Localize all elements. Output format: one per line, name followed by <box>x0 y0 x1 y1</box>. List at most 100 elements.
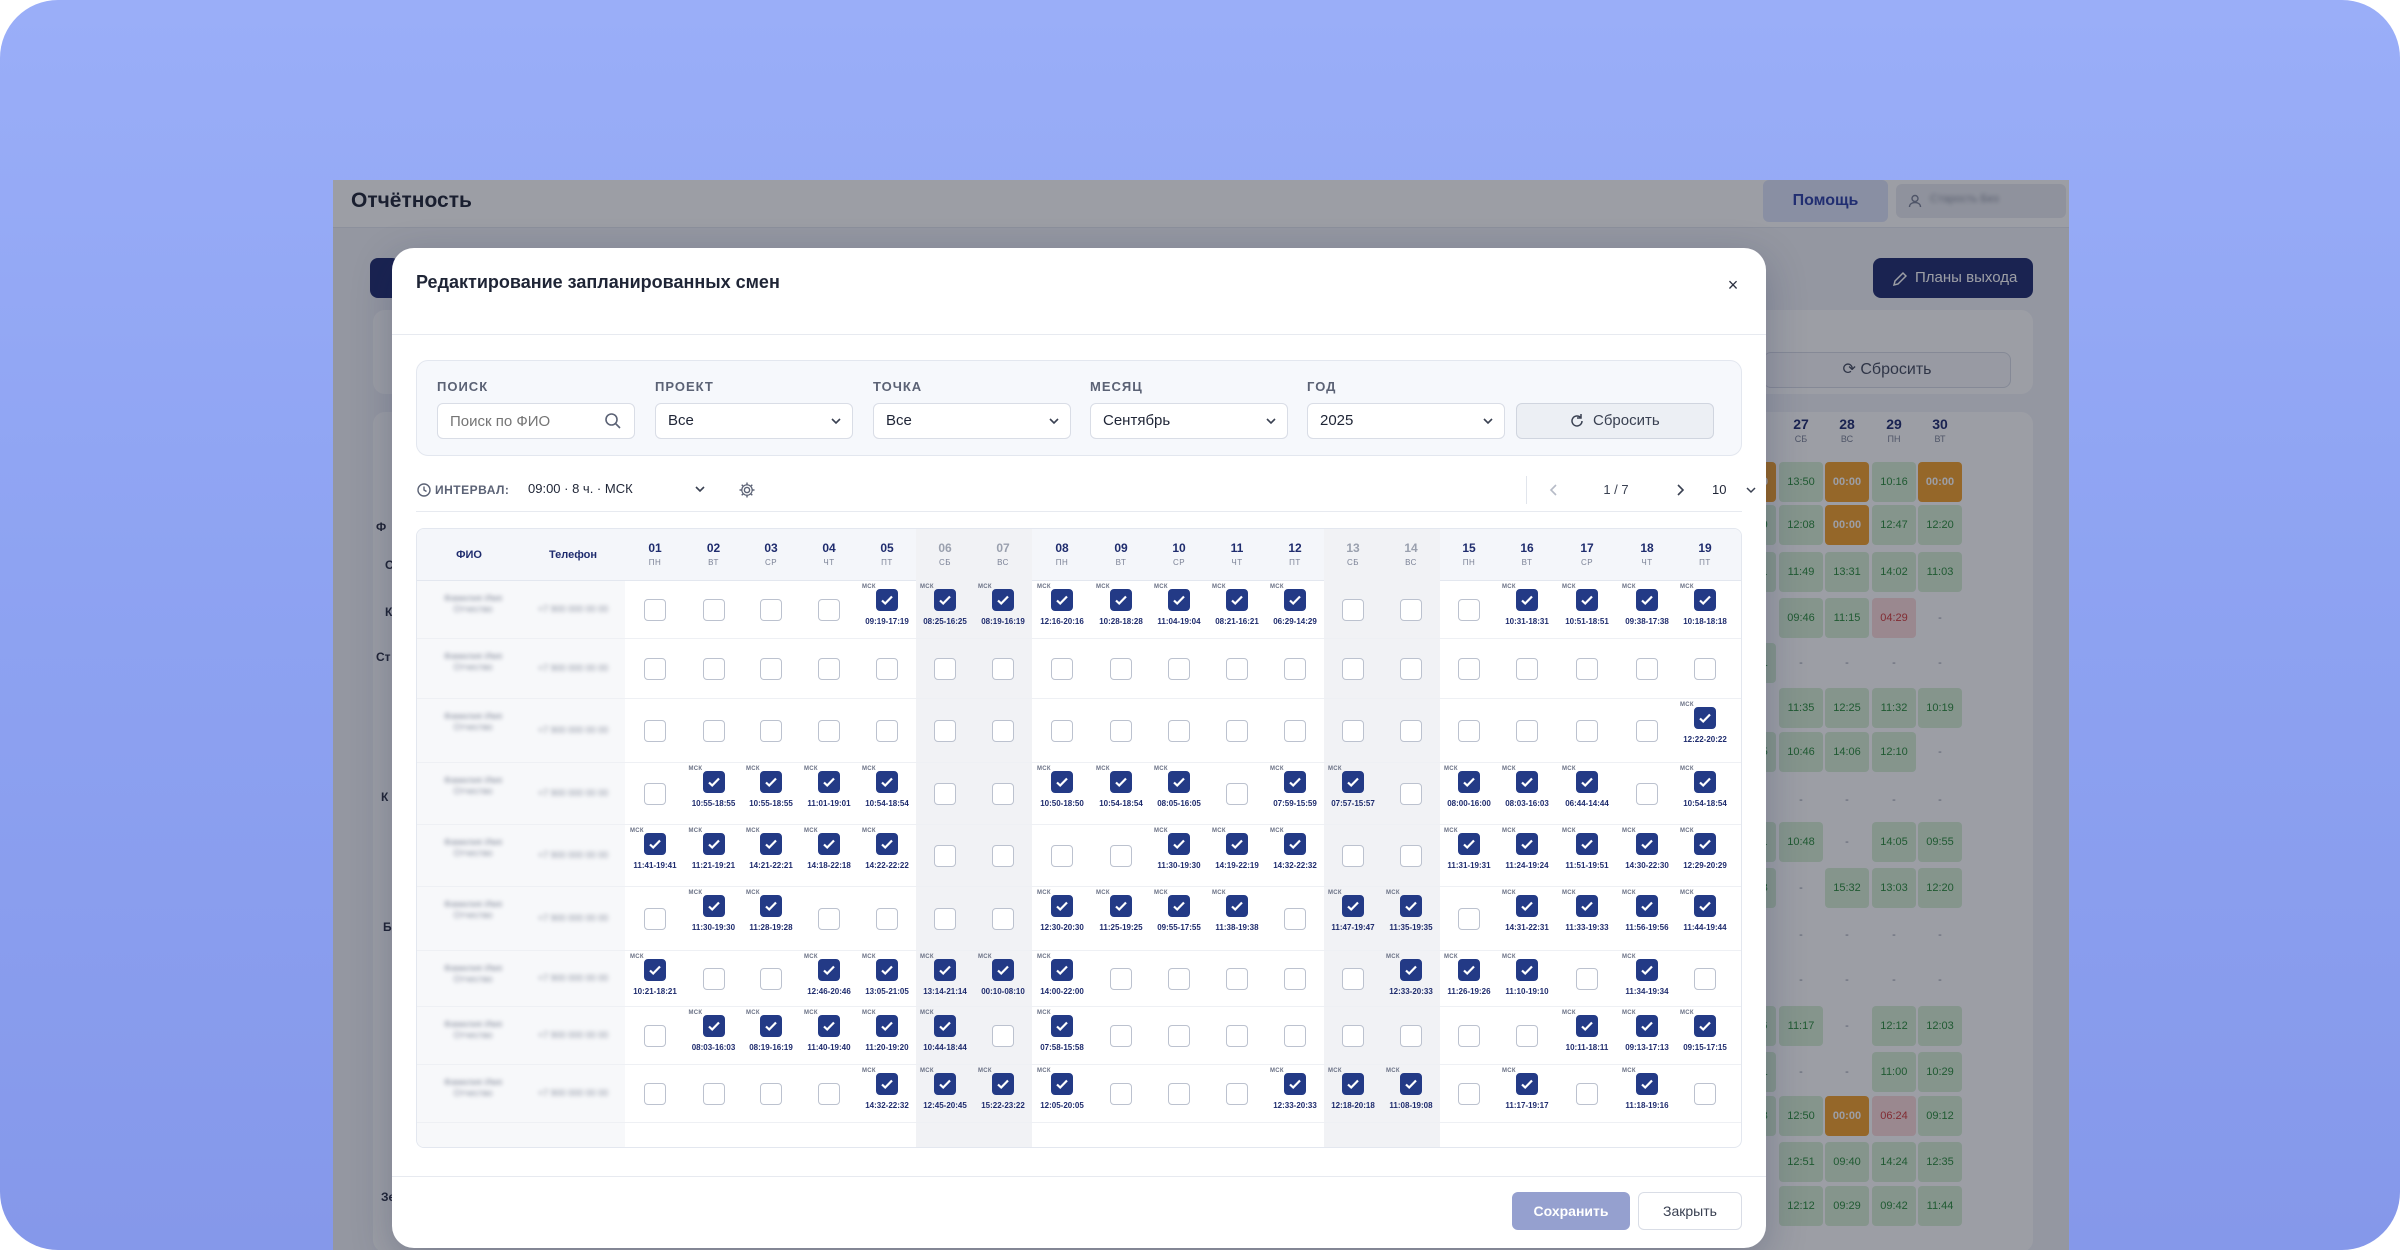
shift-checkbox[interactable] <box>1400 599 1422 621</box>
shift-checkbox[interactable] <box>1400 1025 1422 1047</box>
shift-checkbox[interactable] <box>702 771 725 793</box>
shift-checkbox[interactable] <box>1400 895 1422 917</box>
shift-checkbox[interactable] <box>1051 589 1073 611</box>
shift-checkbox[interactable] <box>1342 771 1364 793</box>
shift-checkbox[interactable] <box>760 1015 782 1037</box>
shift-checkbox[interactable] <box>644 1083 666 1105</box>
shift-checkbox[interactable] <box>702 658 725 680</box>
shift-checkbox[interactable] <box>876 1073 898 1095</box>
shift-checkbox[interactable] <box>760 720 782 742</box>
shift-checkbox[interactable] <box>1458 771 1480 793</box>
shift-checkbox[interactable] <box>1284 658 1306 680</box>
shift-checkbox[interactable] <box>1051 771 1073 793</box>
shift-checkbox[interactable] <box>876 908 898 930</box>
shift-checkbox[interactable] <box>818 1083 840 1105</box>
shift-checkbox[interactable] <box>1694 589 1716 611</box>
shift-checkbox[interactable] <box>1168 1083 1190 1105</box>
shift-checkbox[interactable] <box>1458 658 1480 680</box>
shift-checkbox[interactable] <box>1516 1073 1538 1095</box>
shift-checkbox[interactable] <box>1516 895 1538 917</box>
shift-checkbox[interactable] <box>876 833 898 855</box>
shift-checkbox[interactable] <box>818 771 840 793</box>
shift-checkbox[interactable] <box>1636 1073 1658 1095</box>
shift-checkbox[interactable] <box>1284 968 1306 990</box>
shift-checkbox[interactable] <box>1342 720 1364 742</box>
shift-checkbox[interactable] <box>992 959 1014 981</box>
shift-checkbox[interactable] <box>702 1083 725 1105</box>
shift-checkbox[interactable] <box>644 658 666 680</box>
shift-checkbox[interactable] <box>1400 845 1422 867</box>
chevron-left-icon[interactable] <box>1546 482 1562 498</box>
shift-checkbox[interactable] <box>818 658 840 680</box>
gear-icon[interactable] <box>738 481 756 499</box>
shift-checkbox[interactable] <box>1051 658 1073 680</box>
shift-checkbox[interactable] <box>1400 1073 1422 1095</box>
shift-checkbox[interactable] <box>1636 895 1658 917</box>
shift-checkbox[interactable] <box>1342 895 1364 917</box>
shift-checkbox[interactable] <box>1226 783 1248 805</box>
shift-checkbox[interactable] <box>1168 658 1190 680</box>
shift-checkbox[interactable] <box>1110 1025 1132 1047</box>
page-size-select[interactable]: 10 <box>1702 475 1762 505</box>
shift-checkbox[interactable] <box>1226 833 1248 855</box>
shift-checkbox[interactable] <box>992 658 1014 680</box>
shift-checkbox[interactable] <box>934 783 956 805</box>
shift-checkbox[interactable] <box>1576 895 1598 917</box>
shift-checkbox[interactable] <box>1051 720 1073 742</box>
shift-checkbox[interactable] <box>1576 658 1598 680</box>
shift-checkbox[interactable] <box>644 833 666 855</box>
interval-select[interactable]: 09:00 · 8 ч. · МСК <box>516 472 716 506</box>
shift-checkbox[interactable] <box>1400 720 1422 742</box>
shift-checkbox[interactable] <box>1694 833 1716 855</box>
shift-checkbox[interactable] <box>1636 783 1658 805</box>
save-button[interactable]: Сохранить <box>1512 1192 1630 1230</box>
shift-checkbox[interactable] <box>1226 968 1248 990</box>
shift-checkbox[interactable] <box>1576 968 1598 990</box>
shift-checkbox[interactable] <box>1284 589 1306 611</box>
shift-checkbox[interactable] <box>1168 589 1190 611</box>
shift-checkbox[interactable] <box>1516 833 1538 855</box>
shift-checkbox[interactable] <box>876 1015 898 1037</box>
shift-checkbox[interactable] <box>644 1025 666 1047</box>
shift-checkbox[interactable] <box>644 783 666 805</box>
shift-checkbox[interactable] <box>934 959 956 981</box>
shift-checkbox[interactable] <box>1284 720 1306 742</box>
shift-checkbox[interactable] <box>1110 895 1132 917</box>
shift-checkbox[interactable] <box>1342 968 1364 990</box>
shift-checkbox[interactable] <box>644 720 666 742</box>
shift-checkbox[interactable] <box>876 959 898 981</box>
shift-checkbox[interactable] <box>644 599 666 621</box>
shift-checkbox[interactable] <box>818 599 840 621</box>
shift-checkbox[interactable] <box>818 720 840 742</box>
shift-checkbox[interactable] <box>1576 1015 1598 1037</box>
shift-checkbox[interactable] <box>1342 845 1364 867</box>
shift-checkbox[interactable] <box>1110 720 1132 742</box>
shift-checkbox[interactable] <box>992 1025 1014 1047</box>
shift-checkbox[interactable] <box>760 658 782 680</box>
shift-checkbox[interactable] <box>1284 833 1306 855</box>
shift-checkbox[interactable] <box>1516 959 1538 981</box>
shift-checkbox[interactable] <box>1576 720 1598 742</box>
shift-checkbox[interactable] <box>702 1015 725 1037</box>
shift-checkbox[interactable] <box>1516 658 1538 680</box>
shift-checkbox[interactable] <box>760 895 782 917</box>
shift-checkbox[interactable] <box>1051 895 1073 917</box>
shift-checkbox[interactable] <box>992 783 1014 805</box>
shift-checkbox[interactable] <box>1694 707 1716 729</box>
shift-checkbox[interactable] <box>1168 1025 1190 1047</box>
shift-checkbox[interactable] <box>702 720 725 742</box>
chevron-right-icon[interactable] <box>1672 482 1688 498</box>
shift-checkbox[interactable] <box>1110 1083 1132 1105</box>
shift-checkbox[interactable] <box>1694 968 1716 990</box>
shift-checkbox[interactable] <box>876 589 898 611</box>
shift-checkbox[interactable] <box>1284 1025 1306 1047</box>
shift-checkbox[interactable] <box>992 720 1014 742</box>
shift-checkbox[interactable] <box>1284 908 1306 930</box>
shift-checkbox[interactable] <box>1636 658 1658 680</box>
shift-checkbox[interactable] <box>1226 589 1248 611</box>
shift-checkbox[interactable] <box>1168 833 1190 855</box>
shift-checkbox[interactable] <box>1400 783 1422 805</box>
shift-checkbox[interactable] <box>1694 1015 1716 1037</box>
shift-checkbox[interactable] <box>1226 1083 1248 1105</box>
shift-checkbox[interactable] <box>1576 771 1598 793</box>
